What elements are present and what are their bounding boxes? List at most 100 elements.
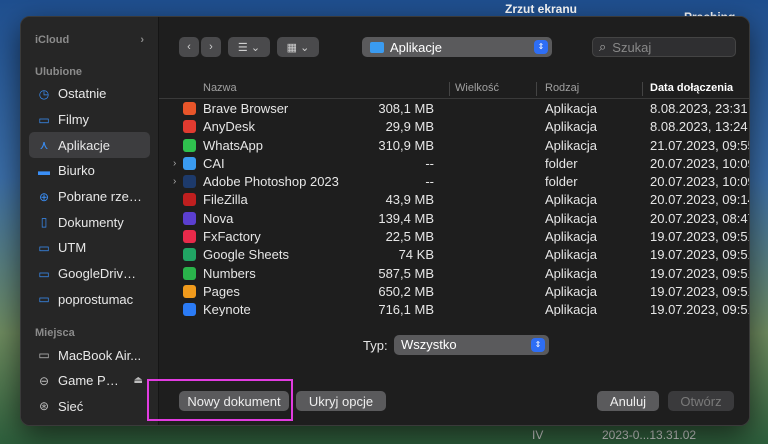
favorites-item[interactable]: ▬ Biurko: [29, 158, 150, 184]
clock-icon: ◷: [38, 86, 50, 101]
favorites-item[interactable]: ▭ GoogleDrive-...: [29, 261, 150, 287]
favorites-item-label: UTM: [58, 240, 87, 256]
sidebar: iCloud › Ulubione ◷ Ostatnie ▭ Filmy ⋏ Aplika…: [21, 17, 159, 425]
favorites-item[interactable]: ▭ UTM: [29, 235, 150, 261]
hide-options-button[interactable]: Ukryj opcje: [296, 391, 386, 411]
grid-icon: ▦ ⌄: [286, 41, 310, 54]
background-top-label: Zrzut ekranu: [505, 2, 578, 16]
file-name-cell: Google Sheets: [183, 247, 289, 262]
list-icon: ☰ ⌄: [237, 41, 261, 54]
eject-icon[interactable]: ⏏: [134, 375, 143, 386]
file-row[interactable]: Keynote 716,1 MB Aplikacja 19.07.2023, 09:5…: [159, 301, 749, 316]
file-row[interactable]: › CAI -- folder 20.07.2023, 10:09: [159, 155, 749, 173]
file-name-cell: FileZilla: [183, 192, 248, 207]
file-row[interactable]: › Adobe Photoshop 2023 -- folder 20.07.2023,…: [159, 173, 749, 191]
disclosure-triangle-icon[interactable]: ›: [173, 176, 176, 187]
favorites-item[interactable]: ◷ Ostatnie: [29, 81, 150, 107]
file-row[interactable]: Brave Browser 308,1 MB Aplikacja 8.08.2023,…: [159, 100, 749, 118]
locations-item-label: MacBook Air...: [58, 347, 142, 363]
type-filter: Typ: Wszystko ⇕: [159, 334, 749, 358]
file-name: FxFactory: [203, 229, 261, 245]
favorites-item-label: GoogleDrive-...: [58, 266, 143, 282]
file-size: 716,1 MB: [378, 302, 434, 316]
favorites-item-label: Biurko: [58, 163, 95, 179]
disclosure-triangle-icon[interactable]: ›: [173, 158, 176, 169]
file-name: Pages: [203, 283, 240, 299]
file-name: Nova: [203, 210, 234, 226]
favorites-item[interactable]: ⋏ Aplikacje: [29, 132, 150, 159]
file-date-added: 20.07.2023, 09:14: [650, 192, 749, 208]
file-row[interactable]: Pages 650,2 MB Aplikacja 19.07.2023, 09:51: [159, 283, 749, 301]
file-row[interactable]: Google Sheets 74 KB Aplikacja 19.07.2023, 0…: [159, 246, 749, 264]
location-popup[interactable]: Aplikacje ⇕: [362, 37, 552, 57]
column-kind[interactable]: Rodzaj: [545, 82, 579, 94]
desktop-icon: ▬: [38, 163, 50, 178]
app-icon: [183, 211, 196, 225]
file-name-cell: Adobe Photoshop 2023: [183, 174, 339, 189]
file-size: 74 KB: [398, 247, 434, 263]
file-name-cell: Numbers: [183, 266, 256, 281]
file-name: Numbers: [203, 265, 256, 281]
column-divider: [536, 82, 537, 96]
list-view-button[interactable]: ☰ ⌄: [228, 37, 270, 57]
file-date-added: 20.07.2023, 08:47: [650, 210, 749, 226]
file-size: 587,5 MB: [378, 265, 434, 281]
locations-item[interactable]: ▭ MacBook Air...: [29, 342, 150, 368]
favorites-item[interactable]: ▯ Dokumenty: [29, 209, 150, 235]
file-row[interactable]: FileZilla 43,9 MB Aplikacja 20.07.2023, 09:…: [159, 191, 749, 209]
file-name-cell: AnyDesk: [183, 119, 255, 134]
column-date-added[interactable]: Data dołączenia: [650, 82, 733, 94]
favorites-item-label: Pobrane rzec...: [58, 189, 143, 205]
back-button[interactable]: ‹: [179, 37, 199, 57]
file-size: 43,9 MB: [385, 192, 434, 208]
file-size: 650,2 MB: [378, 283, 434, 299]
folder-icon: [183, 175, 196, 189]
search-icon: ⌕: [599, 39, 607, 54]
file-kind: Aplikacja: [545, 247, 598, 263]
forward-button[interactable]: ›: [201, 37, 221, 57]
favorites-item[interactable]: ⊕ Pobrane rzec...: [29, 184, 150, 210]
file-name: FileZilla: [203, 192, 248, 208]
location-label: Aplikacje: [390, 39, 443, 55]
chevron-right-icon[interactable]: ›: [140, 31, 144, 49]
favorites-item-label: poprostumac: [58, 291, 134, 307]
file-kind: Aplikacja: [545, 265, 598, 281]
file-name: Adobe Photoshop 2023: [203, 174, 339, 190]
favorites-item[interactable]: ▭ poprostumac: [29, 287, 150, 313]
file-name-cell: FxFactory: [183, 229, 261, 244]
file-date-added: 21.07.2023, 09:55: [650, 137, 749, 153]
folder-icon: ▭: [38, 266, 50, 281]
locations-item[interactable]: ⊛ Sieć: [29, 394, 150, 420]
grid-view-button[interactable]: ▦ ⌄: [277, 37, 319, 57]
file-size: 22,5 MB: [385, 229, 434, 245]
file-name: Brave Browser: [203, 101, 289, 116]
favorites-item-label: Filmy: [58, 112, 90, 128]
file-name-cell: Brave Browser: [183, 101, 288, 116]
file-row[interactable]: AnyDesk 29,9 MB Aplikacja 8.08.2023, 13:24: [159, 118, 749, 136]
file-date-added: 19.07.2023, 09:51: [650, 283, 749, 299]
type-select[interactable]: Wszystko ⇕: [394, 335, 549, 355]
sidebar-icloud[interactable]: iCloud ›: [21, 31, 158, 49]
film-icon: ▭: [38, 112, 50, 127]
file-date-added: 8.08.2023, 23:31: [650, 101, 748, 116]
applications-icon: ⋏: [39, 138, 49, 153]
file-size: 139,4 MB: [378, 210, 434, 226]
type-value: Wszystko: [401, 337, 457, 352]
locations-item[interactable]: ⊖ Game Por... ⏏: [29, 368, 150, 394]
file-name: Keynote: [203, 302, 251, 316]
chevron-left-icon: ‹: [187, 41, 191, 53]
file-kind: Aplikacja: [545, 283, 598, 299]
file-row[interactable]: WhatsApp 310,9 MB Aplikacja 21.07.2023, 09:…: [159, 137, 749, 155]
open-button[interactable]: Otwórz: [668, 391, 734, 411]
column-size[interactable]: Wielkość: [455, 82, 499, 94]
search-field[interactable]: ⌕ Szukaj: [592, 37, 736, 57]
file-row[interactable]: FxFactory 22,5 MB Aplikacja 19.07.2023, 09:…: [159, 228, 749, 246]
background-bottom-left: IV: [532, 428, 544, 442]
favorites-item[interactable]: ▭ Filmy: [29, 107, 150, 133]
cancel-button[interactable]: Anuluj: [597, 391, 659, 411]
column-name[interactable]: Nazwa: [203, 82, 237, 94]
file-kind: Aplikacja: [545, 302, 598, 316]
app-icon: [183, 303, 196, 316]
file-row[interactable]: Nova 139,4 MB Aplikacja 20.07.2023, 08:47: [159, 210, 749, 228]
file-row[interactable]: Numbers 587,5 MB Aplikacja 19.07.2023, 09:5…: [159, 265, 749, 283]
